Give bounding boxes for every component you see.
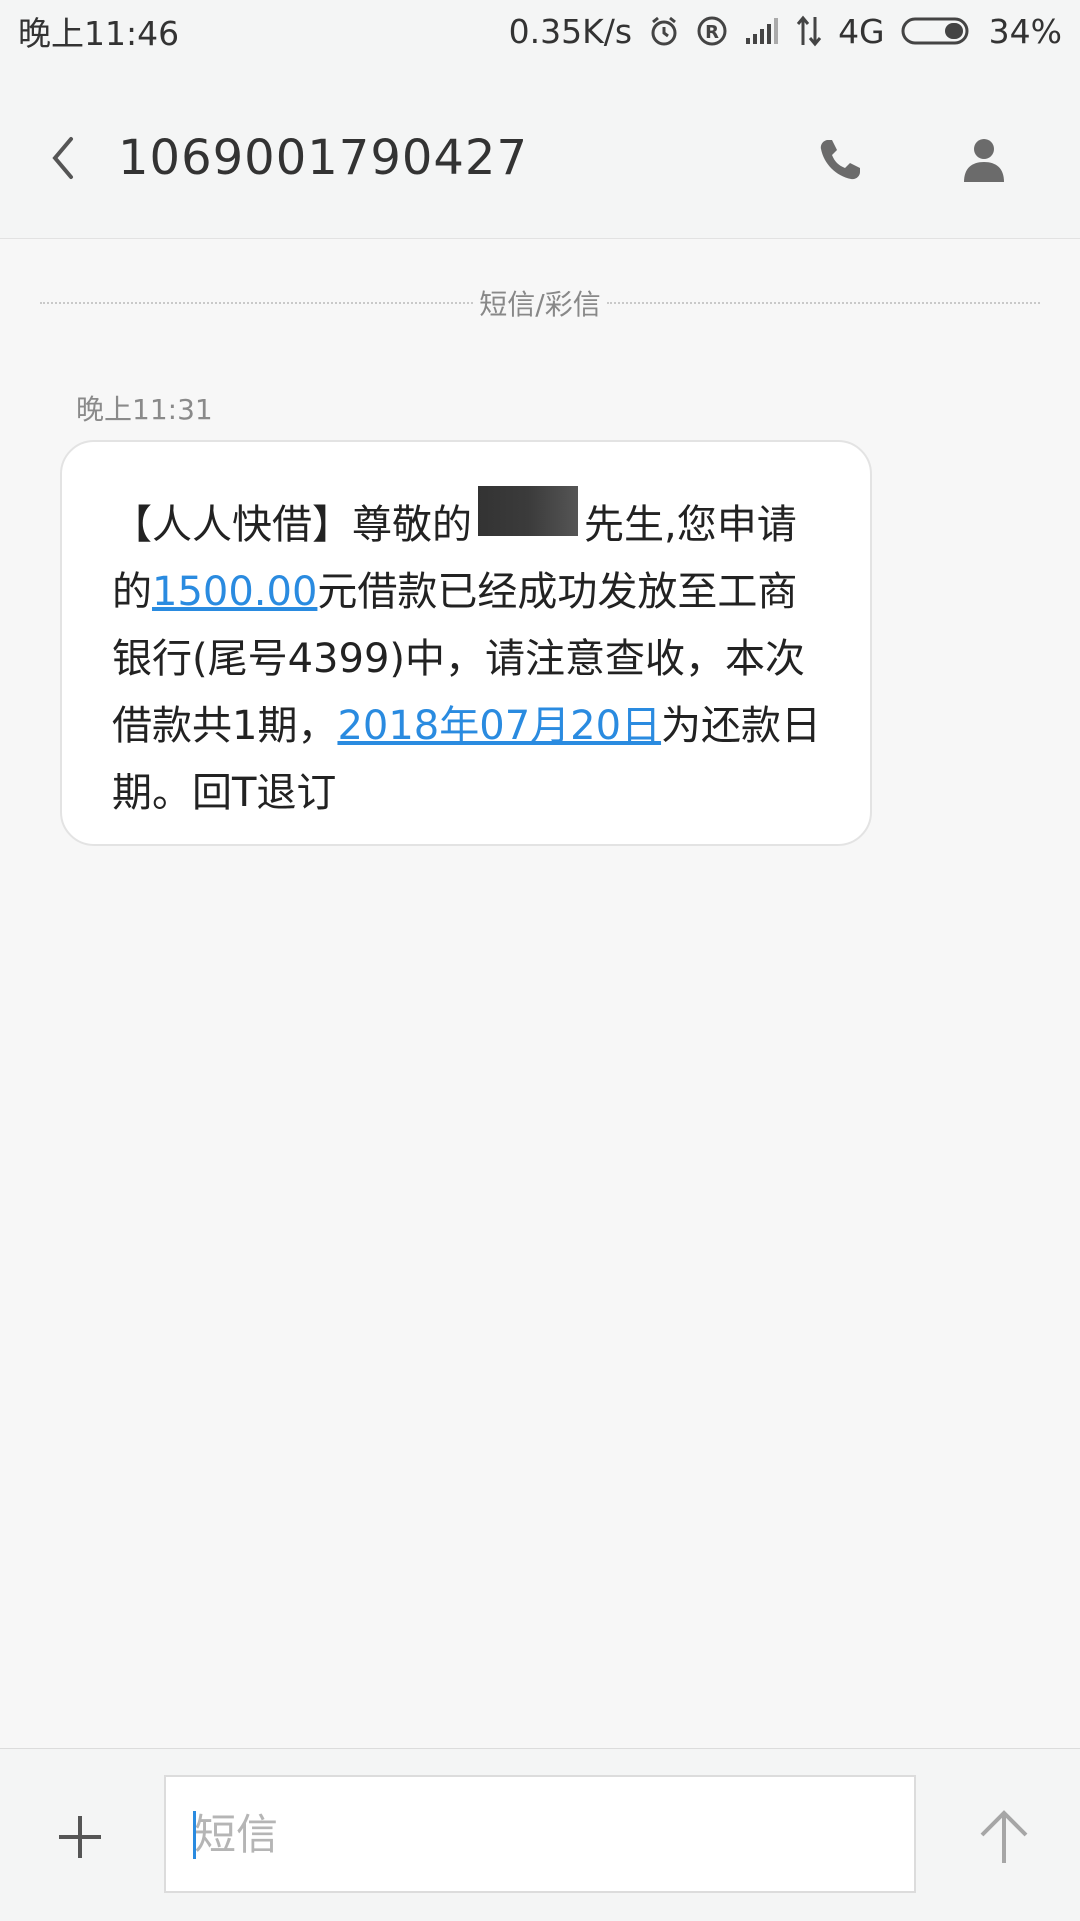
phone-icon xyxy=(820,140,860,180)
send-button[interactable] xyxy=(968,1801,1040,1873)
battery-icon xyxy=(901,15,973,47)
redacted-name xyxy=(478,486,578,536)
compose-bar xyxy=(0,1748,1080,1921)
status-time: 晚上11:46 xyxy=(18,14,180,53)
call-button[interactable] xyxy=(808,128,872,192)
chevron-left-icon xyxy=(52,137,73,179)
divider-line-left xyxy=(40,302,474,304)
add-attachment-button[interactable] xyxy=(48,1805,112,1869)
message-bubble[interactable]: 【人人快借】尊敬的 先生,您申请的1500.00元借款已经成功发放至工商银行(尾号… xyxy=(60,440,872,846)
arrow-up-icon xyxy=(980,1810,1028,1863)
status-bar: 晚上11:46 0.35K/s R 4G 34% xyxy=(0,0,1080,62)
registered-icon: R xyxy=(696,15,728,47)
battery-level: 34% xyxy=(988,11,1062,51)
message-type-label: 短信/彩信 xyxy=(479,288,601,321)
contact-button[interactable] xyxy=(952,128,1016,192)
conversation-title: 1069001790427 xyxy=(118,130,529,186)
network-type: 4G xyxy=(838,11,885,51)
sms-input[interactable] xyxy=(164,1775,916,1893)
divider-line-right xyxy=(606,302,1040,304)
text-caret xyxy=(193,1811,196,1859)
svg-text:R: R xyxy=(705,22,719,43)
plus-icon xyxy=(59,1816,101,1858)
message-timestamp: 晚上11:31 xyxy=(76,393,213,426)
amount-link[interactable]: 1500.00 xyxy=(152,569,317,615)
net-speed: 0.35K/s xyxy=(508,11,633,51)
conversation-header: 1069001790427 xyxy=(0,62,1080,239)
back-button[interactable] xyxy=(38,128,86,188)
signal-icon xyxy=(744,16,780,46)
data-arrows-icon xyxy=(796,15,822,47)
alarm-icon xyxy=(648,15,680,47)
message-type-divider: 短信/彩信 xyxy=(40,278,1040,328)
message-text-part1: 【人人快借】尊敬的 xyxy=(112,502,472,548)
person-icon xyxy=(964,139,1004,182)
date-link[interactable]: 2018年07月20日 xyxy=(337,703,661,749)
